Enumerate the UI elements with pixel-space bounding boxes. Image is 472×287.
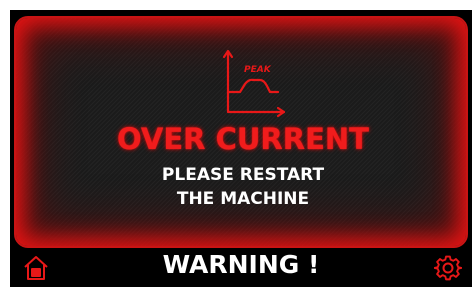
alert-message-line2: THE MACHINE <box>176 189 310 209</box>
gear-icon <box>434 255 462 281</box>
peak-label: PEAK <box>244 65 272 75</box>
peak-current-chart-icon: PEAK <box>222 49 286 118</box>
alert-message: PLEASE RESTART THE MACHINE <box>16 163 470 211</box>
alert-message-line1: PLEASE RESTART <box>161 165 325 185</box>
footer-bar: WARNING ! <box>10 248 472 287</box>
alert-title: OVER CURRENT <box>117 122 369 156</box>
warning-label: WARNING ! <box>162 250 320 279</box>
device-screen: PEAK OVER CURRENT PLEASE RESTART THE MAC… <box>10 10 472 287</box>
alert-panel: PEAK OVER CURRENT PLEASE RESTART THE MAC… <box>14 16 468 248</box>
settings-button[interactable] <box>434 254 462 282</box>
